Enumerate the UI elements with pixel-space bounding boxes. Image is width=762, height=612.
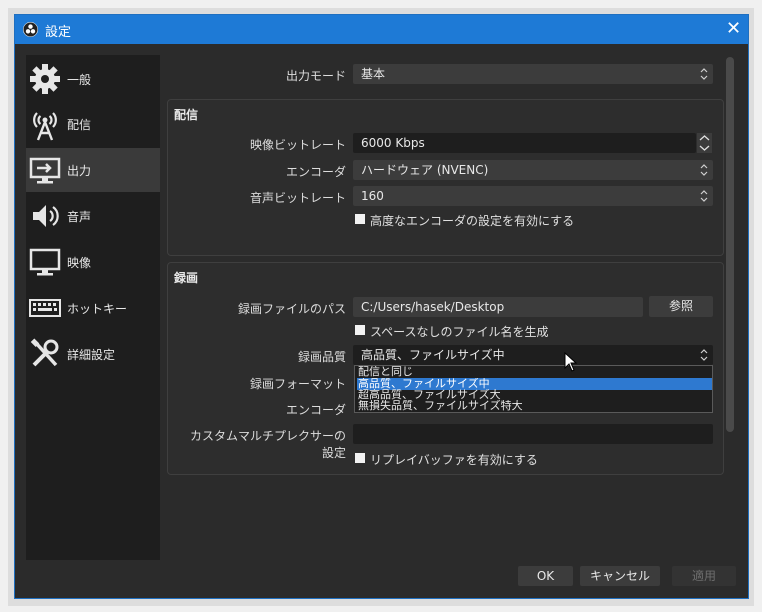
- checkbox-label: 高度なエンコーダの設定を有効にする: [370, 214, 575, 228]
- stream-encoder-value: ハードウェア (NVENC): [361, 163, 489, 177]
- dropdown-option[interactable]: 無損失品質、ファイルサイズ特大: [357, 400, 712, 412]
- close-button[interactable]: ✕: [719, 15, 748, 44]
- settings-sidebar: 一般 配信 出力 音声 映像 ホットキー 詳細設定: [26, 55, 160, 560]
- obs-logo-icon: [23, 22, 38, 37]
- streaming-group-title: 配信: [174, 108, 199, 122]
- ok-button[interactable]: OK: [518, 566, 573, 586]
- output-mode-value: 基本: [361, 67, 386, 81]
- recording-format-label: 録画フォーマット: [249, 377, 346, 391]
- recording-quality-dropdown-list: 配信と同じ 高品質、ファイルサイズ中 超高品質、ファイルサイズ大 無損失品質、フ…: [354, 365, 713, 413]
- custom-muxer-label: カスタムマルチプレクサーの設定: [189, 429, 346, 460]
- recording-path-input[interactable]: C:/Users/hasek/Desktop: [353, 297, 643, 317]
- no-space-filename-checkbox[interactable]: スペースなしのファイル名を生成: [355, 323, 615, 339]
- video-bitrate-value: 6000 Kbps: [361, 136, 425, 150]
- replay-buffer-checkbox[interactable]: リプレイバッファを有効にする: [355, 451, 615, 467]
- video-bitrate-label: 映像ビットレート: [249, 138, 346, 152]
- sidebar-label: ホットキー: [67, 302, 128, 316]
- apply-button[interactable]: 適用: [672, 566, 736, 586]
- output-monitor-icon: [29, 157, 61, 184]
- dropdown-option[interactable]: 配信と同じ: [357, 366, 712, 378]
- audio-bitrate-value: 160: [361, 189, 384, 203]
- checkbox-label: リプレイバッファを有効にする: [370, 453, 538, 467]
- video-bitrate-spinner[interactable]: [697, 133, 712, 153]
- recording-quality-label: 録画品質: [297, 350, 346, 364]
- video-bitrate-input[interactable]: 6000 Kbps: [353, 133, 696, 153]
- output-mode-select[interactable]: 基本: [353, 64, 713, 84]
- sidebar-label: 配信: [67, 118, 92, 132]
- checkbox-box[interactable]: [355, 214, 365, 224]
- sidebar-item-general[interactable]: 一般: [26, 57, 160, 101]
- cancel-button[interactable]: キャンセル: [580, 566, 660, 586]
- recording-quality-value: 高品質、ファイルサイズ中: [361, 348, 505, 362]
- stream-encoder-label: エンコーダ: [285, 165, 346, 179]
- speaker-icon: [33, 205, 59, 227]
- mouse-cursor-icon: [564, 352, 578, 372]
- title-bar[interactable]: 設定 ✕: [15, 15, 748, 44]
- audio-bitrate-select[interactable]: 160: [353, 186, 713, 206]
- custom-muxer-input[interactable]: [353, 424, 713, 444]
- browse-button[interactable]: 参照: [649, 296, 713, 317]
- checkbox-box[interactable]: [355, 325, 365, 335]
- sidebar-item-stream[interactable]: 配信: [26, 102, 160, 146]
- sidebar-item-output[interactable]: 出力: [26, 148, 160, 192]
- updown-chevron-icon: [700, 68, 708, 80]
- sidebar-item-advanced[interactable]: 詳細設定: [26, 332, 160, 376]
- recording-group-title: 録画: [174, 271, 199, 285]
- sidebar-label: 音声: [67, 210, 92, 224]
- updown-chevron-icon: [700, 164, 708, 176]
- sidebar-label: 映像: [67, 256, 92, 270]
- monitor-icon: [29, 248, 61, 276]
- advanced-encoder-checkbox[interactable]: 高度なエンコーダの設定を有効にする: [355, 212, 615, 228]
- checkbox-label: スペースなしのファイル名を生成: [370, 325, 549, 339]
- spinner-arrows-icon: [699, 135, 710, 151]
- settings-scrollbar[interactable]: [725, 57, 735, 432]
- updown-chevron-icon: [700, 349, 708, 361]
- recording-path-label: 録画ファイルのパス: [237, 302, 346, 316]
- gear-icon: [30, 64, 60, 94]
- sidebar-item-video[interactable]: 映像: [26, 240, 160, 284]
- antenna-icon: [33, 112, 57, 141]
- sidebar-label: 詳細設定: [67, 348, 116, 362]
- checkbox-box[interactable]: [355, 453, 365, 463]
- sidebar-item-audio[interactable]: 音声: [26, 194, 160, 238]
- sidebar-label: 一般: [67, 73, 92, 87]
- updown-chevron-icon: [700, 190, 708, 202]
- keyboard-icon: [29, 299, 61, 317]
- recording-quality-select[interactable]: 高品質、ファイルサイズ中: [353, 345, 713, 365]
- sidebar-label: 出力: [67, 164, 92, 178]
- window-title: 設定: [45, 25, 72, 40]
- sidebar-item-hotkeys[interactable]: ホットキー: [26, 286, 160, 330]
- close-icon: ✕: [725, 18, 742, 39]
- recording-encoder-label: エンコーダ: [285, 403, 346, 417]
- stream-encoder-select[interactable]: ハードウェア (NVENC): [353, 160, 713, 180]
- tools-icon: [30, 338, 59, 367]
- output-mode-label: 出力モード: [285, 69, 346, 83]
- recording-path-value: C:/Users/hasek/Desktop: [361, 300, 505, 314]
- scrollbar-thumb[interactable]: [726, 57, 734, 432]
- audio-bitrate-label: 音声ビットレート: [249, 191, 346, 205]
